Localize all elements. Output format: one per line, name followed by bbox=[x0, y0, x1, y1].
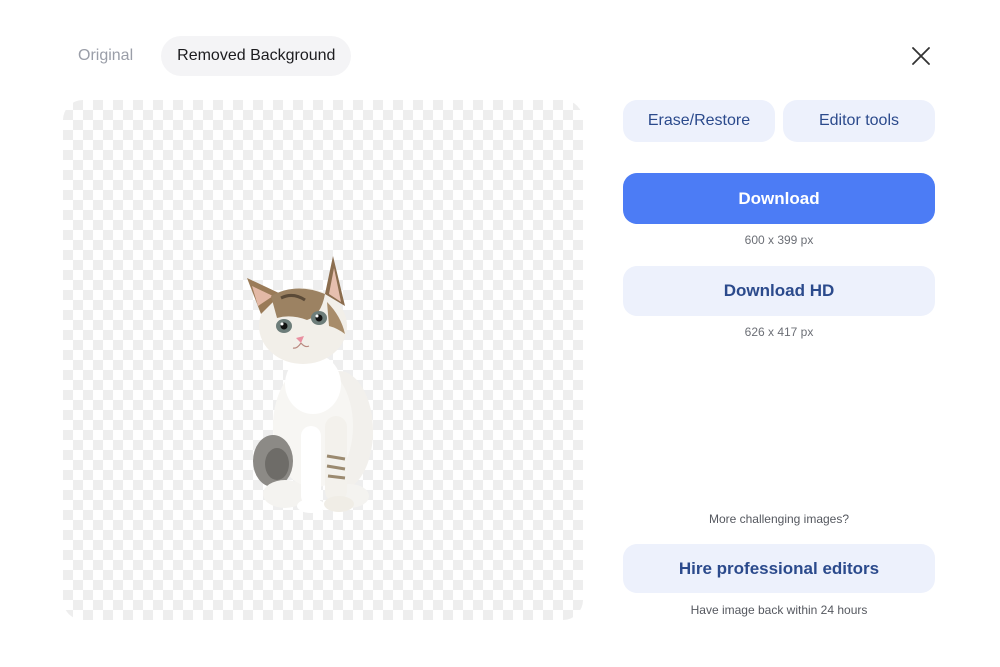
image-preview bbox=[63, 100, 583, 620]
close-button[interactable] bbox=[906, 41, 936, 71]
pro-prompt: More challenging images? bbox=[708, 512, 850, 526]
editor-tools-button[interactable]: Editor tools bbox=[783, 100, 935, 142]
pro-note: Have image back within 24 hours bbox=[690, 603, 868, 617]
kitten-image bbox=[247, 256, 373, 513]
download-button[interactable]: Download bbox=[623, 173, 935, 224]
hire-editors-button[interactable]: Hire professional editors bbox=[623, 544, 935, 593]
download-hd-size: 626 x 417 px bbox=[744, 325, 814, 339]
tab-removed-background[interactable]: Removed Background bbox=[161, 36, 352, 76]
download-hd-button[interactable]: Download HD bbox=[623, 266, 935, 316]
tab-original[interactable]: Original bbox=[62, 36, 149, 76]
erase-restore-button[interactable]: Erase/Restore bbox=[623, 100, 775, 142]
close-icon bbox=[912, 47, 930, 65]
view-tabs: Original Removed Background bbox=[62, 36, 352, 76]
download-size: 600 x 399 px bbox=[744, 233, 814, 247]
